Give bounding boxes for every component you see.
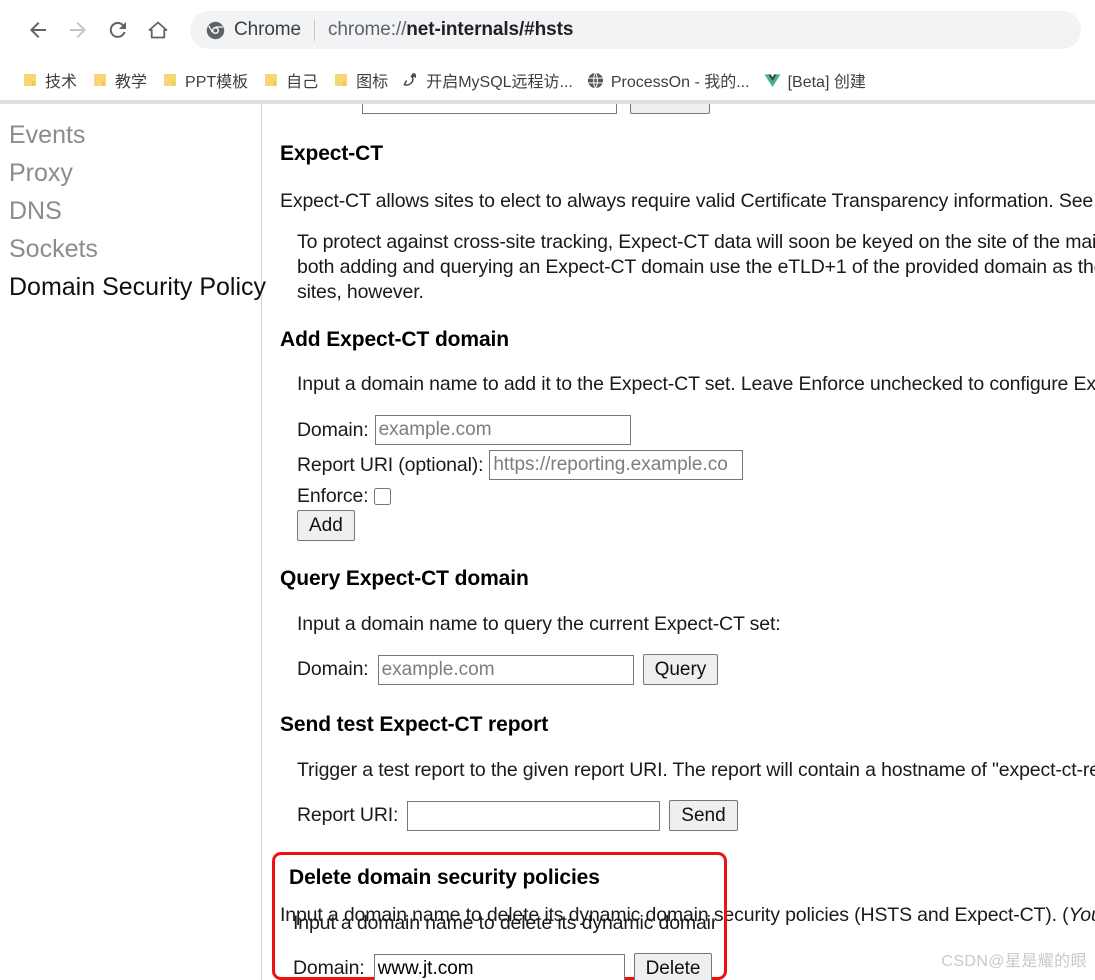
chrome-logo-icon [206, 21, 225, 40]
query-expect-ct-heading: Query Expect-CT domain [280, 567, 529, 590]
omnibox-divider [313, 19, 315, 41]
omnibox-scheme-label: Chrome [234, 19, 301, 40]
bookmark-item[interactable]: 教学 [84, 66, 154, 94]
bookmark-item[interactable]: PPT模板 [154, 66, 255, 94]
expect-ct-intro: Expect-CT allows sites to elect to alway… [280, 190, 1095, 213]
content-area: Expect-CT Expect-CT allows sites to elec… [262, 104, 1095, 980]
reload-button[interactable] [98, 10, 138, 50]
delete-domain-security-policies-section: Delete domain security policies Input a … [272, 852, 727, 980]
add-expect-ct-heading: Add Expect-CT domain [280, 328, 510, 351]
sidebar-item-proxy[interactable]: Proxy [0, 154, 261, 192]
folder-icon [91, 72, 108, 89]
bookmark-label: 开启MySQL远程访... [426, 74, 573, 91]
enforce-label: Enforce: [297, 485, 369, 507]
query-domain-label: Domain: [297, 658, 369, 680]
expect-ct-intro-text: Expect-CT allows sites to elect to alway… [280, 190, 1095, 212]
delete-description-italic: You cann [1068, 904, 1095, 926]
processon-globe-icon [587, 72, 604, 89]
omnibox-url-path: net-internals/#hsts [406, 19, 574, 40]
delete-domain-input[interactable] [373, 953, 625, 980]
bookmark-label: [Beta] 创建 [787, 74, 866, 91]
delete-domain-label: Domain: [293, 957, 365, 979]
enforce-checkbox[interactable] [374, 488, 392, 505]
folder-icon [21, 72, 38, 89]
expect-ct-note-line: both adding and querying an Expect-CT do… [297, 256, 1095, 278]
bookmark-item[interactable]: [Beta] 创建 [757, 66, 873, 94]
enforce-row: Enforce: [280, 485, 392, 508]
delete-section-description: Input a domain name to delete its dynami… [285, 912, 715, 935]
expect-ct-note-line: sites, however. [297, 281, 424, 303]
send-report-description: Trigger a test report to the given repor… [297, 759, 1095, 781]
browser-chrome: Chrome chrome://net-internals/#hsts 技术 教… [0, 0, 1095, 104]
home-button[interactable] [138, 10, 178, 50]
bookmarks-bar: 技术 教学 PPT模板 自己 图标 开启MySQL远程访... ProcessO… [0, 60, 1095, 100]
bookmark-label: 技术 [45, 74, 78, 91]
expect-ct-note: To protect against cross-site tracking, … [280, 230, 1095, 305]
bookmark-item[interactable]: 自己 [255, 66, 325, 94]
omnibox-url-prefix: chrome:// [327, 19, 407, 40]
query-domain-input[interactable] [377, 654, 634, 685]
query-button[interactable]: Query [642, 654, 719, 685]
bookmark-item[interactable]: 图标 [325, 66, 395, 94]
delete-section-heading: Delete domain security policies [289, 866, 600, 889]
add-button[interactable]: Add [297, 510, 355, 541]
folder-icon [262, 72, 279, 89]
add-domain-input[interactable] [374, 415, 631, 445]
browser-toolbar: Chrome chrome://net-internals/#hsts [0, 0, 1095, 60]
address-bar[interactable]: Chrome chrome://net-internals/#hsts [190, 11, 1081, 49]
add-domain-row: Domain: [280, 415, 631, 445]
query-description: Input a domain name to query the current… [297, 613, 781, 635]
send-report-uri-row: Report URI: Send [280, 800, 738, 831]
add-domain-label: Domain: [297, 418, 369, 441]
bookmark-label: PPT模板 [185, 74, 249, 91]
sidebar-item-dns[interactable]: DNS [0, 192, 261, 230]
add-report-uri-row: Report URI (optional): [280, 450, 744, 480]
home-icon [146, 18, 170, 42]
send-report-heading: Send test Expect-CT report [280, 713, 549, 736]
sidebar: Events Proxy DNS Sockets Domain Security… [0, 104, 266, 980]
bookmark-label: 教学 [115, 74, 148, 91]
reload-icon [106, 18, 130, 42]
bookmark-item[interactable]: 开启MySQL远程访... [395, 66, 580, 94]
send-report-uri-input[interactable] [407, 800, 661, 831]
clipped-control-row [362, 104, 710, 114]
delete-button[interactable]: Delete [633, 953, 713, 980]
clipped-button[interactable] [630, 104, 710, 114]
sidebar-item-domain-security-policy[interactable]: Domain Security Policy [0, 268, 266, 306]
sidebar-item-events[interactable]: Events [0, 116, 261, 154]
query-domain-row: Domain: Query [280, 654, 719, 685]
delete-domain-row: Domain: Delete [285, 953, 724, 980]
expect-ct-heading: Expect-CT [280, 142, 383, 165]
bookmark-item[interactable]: 技术 [14, 66, 84, 94]
back-arrow-icon [26, 18, 50, 42]
add-expect-ct-description: Input a domain name to add it to the Exp… [297, 373, 1095, 395]
clipped-input[interactable] [362, 104, 617, 114]
expect-ct-note-line: To protect against cross-site tracking, … [297, 231, 1095, 253]
forward-arrow-icon [66, 18, 90, 42]
mysql-dolphin-icon [402, 72, 419, 89]
csdn-watermark: CSDN@星是耀的眼 [941, 953, 1087, 970]
bookmark-item[interactable]: ProcessOn - 我的... [580, 66, 757, 94]
send-report-uri-label: Report URI: [297, 804, 399, 826]
add-report-uri-label: Report URI (optional): [297, 453, 484, 476]
sidebar-item-sockets[interactable]: Sockets [0, 230, 261, 268]
add-report-uri-input[interactable] [489, 450, 744, 480]
back-button[interactable] [18, 10, 58, 50]
net-internals-page: Events Proxy DNS Sockets Domain Security… [0, 104, 1095, 980]
delete-description-clipped: Input a domain name to delete its dynami… [293, 912, 715, 934]
omnibox-url-text: chrome://net-internals/#hsts [328, 19, 573, 41]
bookmark-label: ProcessOn - 我的... [610, 74, 750, 91]
send-button[interactable]: Send [669, 800, 738, 831]
bookmark-label: 自己 [286, 74, 319, 91]
bookmark-label: 图标 [356, 74, 389, 91]
folder-icon [332, 72, 349, 89]
vue-logo-icon [764, 72, 781, 89]
folder-icon [161, 72, 178, 89]
forward-button[interactable] [58, 10, 98, 50]
